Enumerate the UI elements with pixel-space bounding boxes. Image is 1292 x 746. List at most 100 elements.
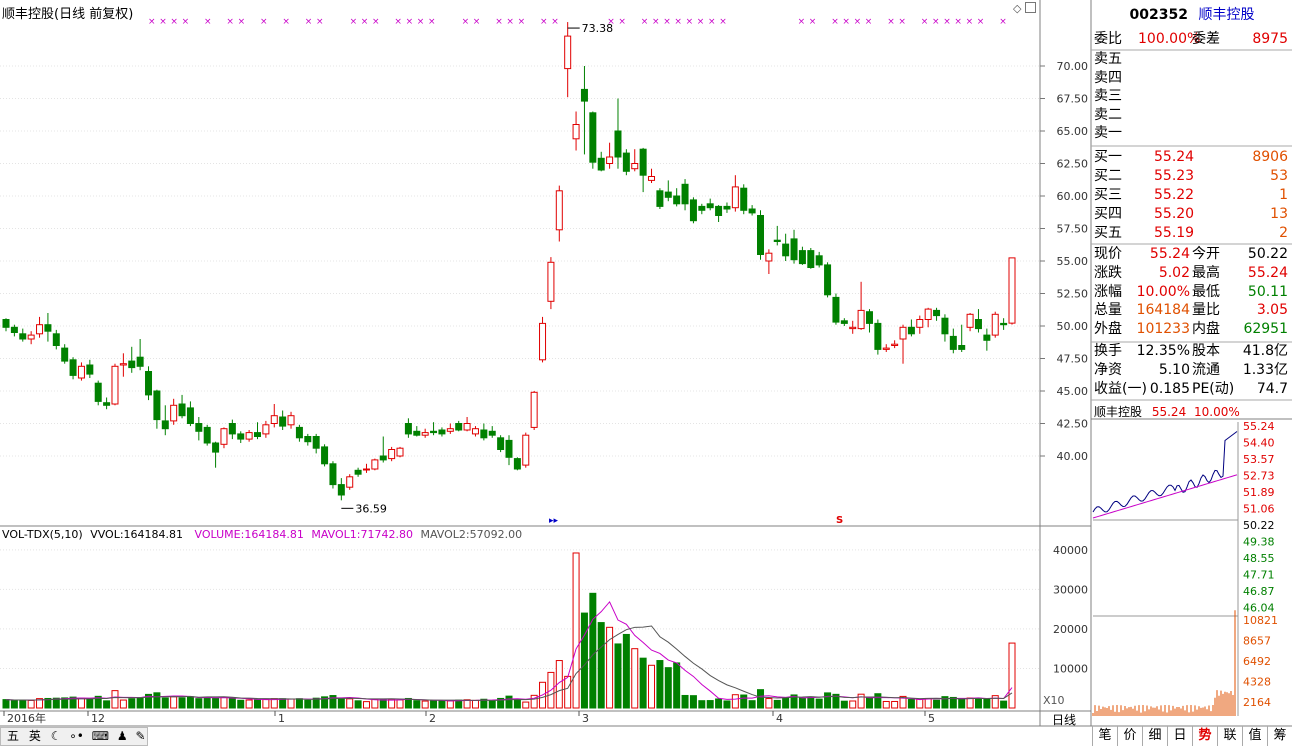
volume-tick-label: 20000 [1053, 623, 1088, 636]
dots-icon[interactable]: ∘• [69, 729, 84, 743]
ask-label: 卖二 [1094, 106, 1122, 123]
volume-bar [622, 633, 630, 709]
price-tick-label: 60.00 [1057, 190, 1089, 203]
price-tick-label: 50.00 [1057, 320, 1089, 333]
diamond-icon[interactable]: ◇ [1013, 2, 1021, 15]
candle-body [304, 436, 312, 443]
stat-value: 50.11 [1247, 283, 1288, 300]
moon-icon[interactable]: ☾ [51, 729, 62, 743]
signal-marker: × [238, 17, 246, 27]
signal-marker: × [954, 17, 962, 27]
candle-body [572, 124, 580, 140]
tab-5[interactable]: 联 [1217, 726, 1242, 746]
candle-body [807, 250, 815, 269]
bid-row: 买一 55.24 8906 [1092, 148, 1292, 166]
candle-body [522, 434, 530, 466]
candle-body [539, 322, 547, 361]
mavol1-line [5, 600, 1013, 702]
candle-body [1008, 257, 1016, 324]
volume-bar [77, 697, 85, 709]
mini-price-tick: 51.06 [1243, 503, 1275, 516]
tab-0[interactable]: 笔 [1092, 726, 1117, 746]
ask-label: 卖五 [1094, 51, 1122, 67]
tab-3[interactable]: 日 [1167, 726, 1192, 746]
candle-body [404, 423, 412, 435]
signal-marker: × [641, 17, 649, 27]
user-icon[interactable]: ♟ [117, 729, 128, 743]
volume-bar [438, 700, 446, 709]
candle-body [639, 148, 647, 176]
stat-label: 最高 [1192, 264, 1220, 281]
mini-vol-tick: 8657 [1243, 635, 1271, 648]
ime-mode-en[interactable]: 英 [29, 729, 41, 743]
candle-body [991, 313, 999, 336]
volume-bar [639, 657, 647, 709]
tab-7[interactable]: 筹 [1267, 726, 1292, 746]
signal-marker: × [921, 17, 929, 27]
candle-body [270, 415, 278, 425]
tab-6[interactable]: 值 [1242, 726, 1267, 746]
volume-bar [212, 697, 220, 709]
volume-bar [907, 699, 915, 709]
bid-label: 买二 [1094, 168, 1122, 184]
signal-marker: × [887, 17, 895, 27]
signal-marker: × [842, 17, 850, 27]
volume-bar [991, 695, 999, 709]
volume-bar [757, 689, 764, 709]
candle-body [430, 430, 438, 434]
period-label[interactable]: 日线 [1052, 711, 1076, 728]
signal-marker: × [159, 17, 167, 27]
candle-body [958, 345, 966, 350]
candle-body [748, 208, 756, 214]
date-tick-label: 4 [776, 712, 783, 725]
tab-2[interactable]: 细 [1142, 726, 1167, 746]
mini-vol-tick: 4328 [1243, 676, 1271, 689]
signal-marker: × [798, 17, 806, 27]
signal-marker: × [506, 17, 514, 27]
candle-body [966, 313, 974, 328]
candle-body [564, 35, 572, 70]
keyboard-icon[interactable]: ⌨ [92, 729, 109, 743]
stat-value: 3.05 [1256, 302, 1288, 319]
candle-body [203, 426, 211, 444]
volume-bar [396, 699, 404, 709]
mini-price-tick: 48.55 [1243, 552, 1275, 565]
wrench-icon[interactable]: ✎ [135, 729, 145, 743]
tab-1[interactable]: 价 [1117, 726, 1142, 746]
candle-body [329, 463, 337, 486]
volume-bar [421, 700, 429, 709]
stat-value: 10.00% [1136, 283, 1190, 300]
bid-volume: 13 [1270, 206, 1288, 222]
volume-bar [136, 697, 144, 709]
candle-body [77, 365, 85, 379]
ime-mode-5[interactable]: 五 [7, 729, 19, 743]
candle-body [631, 163, 639, 170]
mini-price-tick: 49.38 [1243, 536, 1275, 549]
ask-label: 卖三 [1094, 88, 1122, 104]
volume-bar [597, 622, 605, 709]
candle-body [815, 255, 823, 266]
bid-price: 55.23 [1154, 168, 1195, 184]
close-icon[interactable] [1025, 2, 1036, 13]
tab-4[interactable]: 势 [1192, 726, 1217, 746]
candle-body [421, 432, 429, 436]
volume-bar [195, 698, 203, 709]
signal-marker: × [999, 17, 1007, 27]
candle-body [371, 459, 379, 470]
candle-body [865, 311, 873, 324]
volume-bar [698, 700, 706, 709]
volume-bar [974, 697, 982, 709]
volume-bar [966, 697, 974, 709]
stat-row: 现价 55.24 今开 50.22 [1092, 245, 1292, 263]
ime-toolbar[interactable]: 五 英 ☾ ∘• ⌨ ♟ ✎ [0, 727, 148, 746]
signal-marker: × [854, 17, 862, 27]
candle-body [346, 476, 354, 488]
candle-body [740, 187, 748, 211]
candle-body [262, 424, 270, 435]
candle-body [287, 415, 295, 426]
candle-body [153, 390, 161, 421]
signal-marker: × [518, 17, 526, 27]
signal-marker: × [686, 17, 694, 27]
volume-bar [773, 699, 781, 709]
candle-body [555, 190, 563, 231]
